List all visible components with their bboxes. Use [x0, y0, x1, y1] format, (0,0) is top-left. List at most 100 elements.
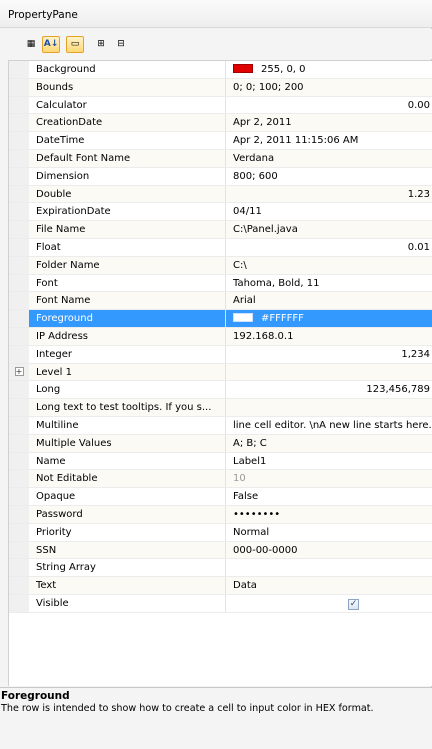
color-swatch — [233, 313, 253, 323]
property-value[interactable]: •••••••• — [226, 506, 432, 523]
property-value-text: C:\Panel.java — [233, 224, 298, 236]
property-row[interactable]: Float 0.01 — [9, 238, 432, 257]
property-value-text: Apr 2, 2011 11:15:06 AM — [233, 135, 359, 147]
property-value-text: 10 — [233, 473, 246, 485]
sort-alphabetical-button[interactable]: A↓ — [42, 36, 60, 53]
property-value[interactable]: C:\Panel.java — [226, 221, 432, 238]
property-row[interactable]: Password •••••••• — [9, 505, 432, 524]
property-value[interactable]: 1.23 — [226, 186, 432, 203]
property-value-text: 1.23 — [407, 188, 430, 200]
row-header — [9, 559, 29, 577]
property-row[interactable]: Multiple Values A; B; C — [9, 434, 432, 453]
property-name: Multiple Values — [29, 434, 226, 452]
property-row[interactable]: Default Font Name Verdana — [9, 149, 432, 168]
property-value[interactable]: Apr 2, 2011 — [226, 114, 432, 131]
description-panel: Foreground The row is intended to show h… — [0, 687, 432, 749]
property-row[interactable]: Opaque False — [9, 488, 432, 506]
property-row[interactable]: Long 123,456,789 — [9, 381, 432, 400]
property-value[interactable]: 000-00-0000 — [226, 542, 432, 559]
property-value-text: 800; 600 — [233, 170, 278, 182]
property-row[interactable]: Multiline line cell editor. \nA new line … — [9, 416, 432, 435]
property-value[interactable] — [226, 559, 432, 576]
property-value[interactable]: 255, 0, 0 — [226, 61, 432, 78]
property-value[interactable]: 800; 600 — [226, 168, 432, 185]
property-value[interactable]: #FFFFFF — [226, 310, 432, 327]
property-row[interactable]: ExpirationDate 04/11 — [9, 203, 432, 222]
property-value[interactable]: 04/11 — [226, 203, 432, 220]
row-header[interactable]: + — [9, 363, 29, 381]
property-value[interactable]: Data — [226, 577, 432, 594]
property-value[interactable]: False — [226, 488, 432, 505]
property-value[interactable]: 1,234 — [226, 346, 432, 363]
property-value[interactable]: 192.168.0.1 — [226, 328, 432, 345]
property-row[interactable]: Double 1.23 — [9, 185, 432, 204]
row-header — [9, 78, 29, 96]
property-value[interactable]: 123,456,789 — [226, 381, 432, 398]
property-pages-button[interactable]: ▭ — [66, 36, 84, 53]
property-value-text: Normal — [233, 526, 270, 538]
property-value-text: •••••••• — [233, 508, 281, 520]
row-header — [9, 399, 29, 416]
property-row[interactable]: String Array — [9, 559, 432, 578]
property-value-text: Arial — [233, 295, 256, 307]
property-value[interactable]: ✓ — [226, 595, 432, 612]
property-row[interactable]: Not Editable 10 — [9, 470, 432, 489]
row-header — [9, 345, 29, 363]
property-value[interactable] — [226, 364, 432, 381]
property-row[interactable]: SSN 000-00-0000 — [9, 541, 432, 560]
expand-all-button[interactable]: ⊞ — [92, 36, 110, 53]
property-name: Double — [29, 185, 226, 203]
property-row[interactable]: Font Name Arial — [9, 292, 432, 311]
property-name: Folder Name — [29, 256, 226, 274]
row-header — [9, 185, 29, 203]
property-value-text: C:\ — [233, 259, 247, 271]
property-name: Priority — [29, 523, 226, 541]
property-value[interactable] — [226, 399, 432, 416]
property-row[interactable]: Long text to test tooltips. If you s... — [9, 399, 432, 417]
property-row[interactable]: Background 255, 0, 0 — [9, 61, 432, 79]
property-row[interactable]: CreationDate Apr 2, 2011 — [9, 114, 432, 133]
property-value[interactable]: Verdana — [226, 150, 432, 167]
property-row[interactable]: Visible ✓ — [9, 594, 432, 613]
property-value-text: False — [233, 491, 259, 503]
property-row[interactable]: Calculator 0.00 — [9, 96, 432, 115]
property-value-text: 192.168.0.1 — [233, 330, 294, 342]
property-row[interactable]: Dimension 800; 600 — [9, 167, 432, 186]
property-value-text: 1,234 — [401, 348, 430, 360]
expand-all-icon: ⊞ — [97, 39, 105, 49]
color-swatch — [233, 64, 253, 73]
property-row[interactable]: Name Label1 — [9, 452, 432, 471]
property-row[interactable]: Font Tahoma, Bold, 11 — [9, 274, 432, 293]
property-row[interactable]: Text Data — [9, 577, 432, 595]
property-name: Foreground — [29, 310, 226, 327]
property-value[interactable]: line cell editor. \nA new line starts he… — [226, 417, 432, 434]
property-row[interactable]: + Level 1 — [9, 363, 432, 382]
property-name: Background — [29, 61, 226, 78]
property-value[interactable]: A; B; C — [226, 435, 432, 452]
visible-checkbox[interactable]: ✓ — [348, 598, 359, 610]
property-value-text: 0.01 — [407, 241, 430, 253]
property-value[interactable]: 0.01 — [226, 239, 432, 256]
property-value[interactable]: Arial — [226, 292, 432, 309]
property-value[interactable]: Normal — [226, 524, 432, 541]
property-name: Font — [29, 274, 226, 292]
property-row[interactable]: DateTime Apr 2, 2011 11:15:06 AM — [9, 132, 432, 150]
property-value[interactable]: Label1 — [226, 453, 432, 470]
property-row[interactable]: File Name C:\Panel.java — [9, 221, 432, 239]
property-value-text: Verdana — [233, 152, 275, 164]
property-row[interactable]: Priority Normal — [9, 523, 432, 542]
property-value[interactable]: 0.00 — [226, 97, 432, 114]
categorized-button[interactable]: ▦ — [22, 36, 40, 53]
property-value[interactable]: Tahoma, Bold, 11 — [226, 275, 432, 292]
collapse-all-button[interactable]: ⊟ — [112, 36, 130, 53]
property-value[interactable]: Apr 2, 2011 11:15:06 AM — [226, 132, 432, 149]
expand-icon[interactable]: + — [14, 367, 24, 377]
property-row[interactable]: IP Address 192.168.0.1 — [9, 327, 432, 346]
property-value[interactable]: 0; 0; 100; 200 — [226, 79, 432, 96]
property-row[interactable]: Bounds 0; 0; 100; 200 — [9, 78, 432, 97]
property-row[interactable]: Integer 1,234 — [9, 345, 432, 364]
property-row[interactable]: Folder Name C:\ — [9, 256, 432, 275]
property-row[interactable]: Foreground #FFFFFF — [9, 310, 432, 328]
row-header — [9, 238, 29, 256]
property-value[interactable]: C:\ — [226, 257, 432, 274]
